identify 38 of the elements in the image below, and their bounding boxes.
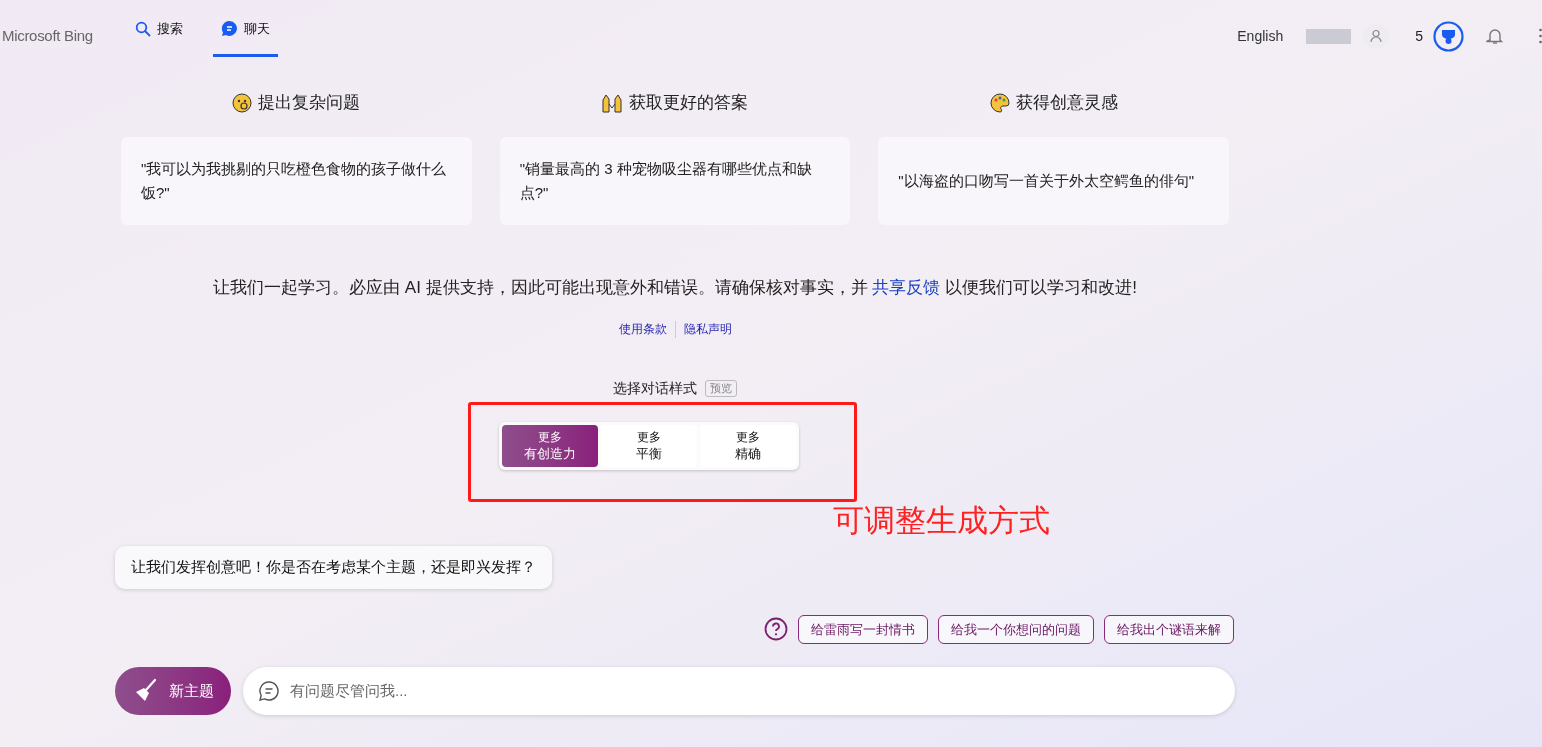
prompt-heading: 获得创意灵感 [1015,92,1118,115]
disclaimer-text: 让我们一起学习。必应由 AI 提供支持，因此可能出现意外和错误。请确保核对事实，并 共享反馈 以便我们可以学习和改进! [212,277,1138,299]
annotation-text: 可调整生成方式 [833,501,1050,540]
example-prompt-card[interactable]: "我可以为我挑剔的只吃橙色食物的孩子做什么饭?" [121,137,472,225]
trophy-icon[interactable] [1433,20,1464,52]
bell-icon[interactable] [1486,27,1504,45]
preview-badge: 预览 [705,379,737,397]
suggestion-chip[interactable]: 给我一个你想问的问题 [938,614,1094,644]
suggestion-chip[interactable]: 给我出个谜语来解 [1104,614,1234,644]
prompt-heading: 获取更好的答案 [629,92,749,115]
style-option[interactable]: 更多 平衡 [601,424,697,467]
help-icon[interactable] [764,617,788,642]
bing-logo[interactable]: Microsoft Bing [2,24,93,48]
language-button[interactable]: English [1237,25,1284,47]
style-option[interactable]: 更多 有创造力 [502,424,598,467]
terms-link[interactable]: 使用条款 [618,320,676,338]
bot-message: 让我们发挥创意吧！你是否在考虑某个主题，还是即兴发挥？ [115,546,552,589]
prompt-heading: 提出复杂问题 [258,92,361,115]
nav-tab[interactable]: 搜索 [126,0,191,57]
chat-input[interactable]: 有问题尽管问我... [243,666,1235,715]
more-icon[interactable] [1539,28,1542,44]
thinking-face-icon [232,93,253,113]
nav-tab[interactable]: 聊天 [212,0,278,57]
redacted-username [1306,28,1352,44]
palette-icon [989,93,1010,113]
style-picker-label: 选择对话样式 [613,378,697,398]
chat-bubble-icon [258,679,280,702]
avatar-icon[interactable] [1363,23,1390,49]
new-topic-button[interactable]: 新主题 [115,666,231,715]
suggestion-chip[interactable]: 给雷雨写一封情书 [798,614,928,644]
points-count: 5 [1415,26,1423,46]
style-option[interactable]: 更多 精确 [700,424,796,467]
search-icon [134,20,151,37]
example-prompt-card[interactable]: "以海盗的口吻写一首关于外太空鳄鱼的俳句" [878,137,1229,225]
chat-bubble-icon [220,20,238,37]
example-prompt-card[interactable]: "销量最高的 3 种宠物吸尘器有哪些优点和缺点?" [499,137,851,225]
privacy-link[interactable]: 隐私声明 [675,320,732,338]
feedback-link[interactable]: 共享反馈 [872,278,941,297]
